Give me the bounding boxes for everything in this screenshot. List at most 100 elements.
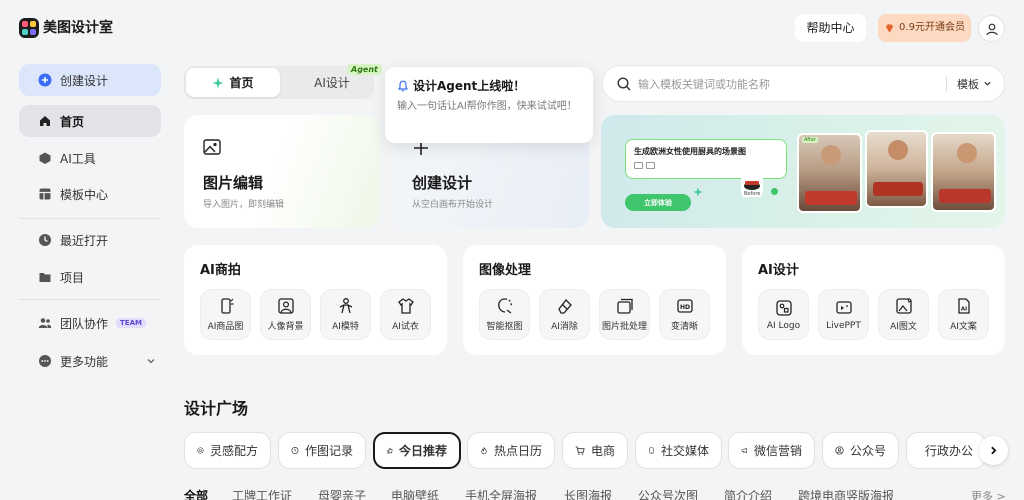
create-design-title: 创建设计 [412, 174, 473, 192]
search-bar[interactable]: 输入模板关键词或功能名称 模板 [602, 65, 1005, 102]
more-icon [39, 355, 51, 367]
try-now-label: 立即体验 [644, 198, 672, 207]
tool-label: AI图文 [890, 322, 917, 332]
team-icon [38, 318, 52, 328]
account-icon [835, 446, 844, 455]
chip-wechat-marketing[interactable]: 微信营销 [728, 432, 815, 469]
user-avatar-button[interactable] [978, 15, 1005, 42]
tool-label: AI模特 [332, 322, 359, 332]
design-square-title: 设计广场 [184, 399, 249, 418]
app-name[interactable]: 美图设计室 [43, 18, 113, 38]
chevron-down-icon [147, 359, 155, 364]
tool-ai-copywriting[interactable]: AI AI文案 [938, 289, 989, 340]
try-now-button[interactable]: 立即体验 [625, 194, 691, 211]
svg-text:AI: AI [960, 307, 966, 313]
chip-official-account[interactable]: 公众号 [822, 432, 899, 469]
generated-photo-3 [931, 132, 996, 212]
tool-ai-logo[interactable]: AI Logo [758, 289, 809, 340]
category-intro[interactable]: 简介介绍 [724, 487, 772, 500]
chip-label: 行政办公 [925, 444, 974, 458]
search-icon [617, 76, 631, 90]
sidebar-item-home[interactable]: 首页 [19, 105, 161, 137]
chip-recommended[interactable]: 今日推荐 [373, 432, 461, 469]
chip-label: 公众号 [849, 444, 886, 458]
help-center-button[interactable]: 帮助中心 [795, 14, 866, 42]
bell-icon [397, 80, 409, 91]
tool-ai-eraser[interactable]: AI消除 [539, 289, 590, 340]
sidebar-item-projects[interactable]: 项目 [19, 261, 161, 293]
sparkle-icon [693, 187, 703, 197]
tool-label: AI商品图 [207, 322, 244, 332]
group-title: 图像处理 [479, 263, 532, 278]
tool-enhance[interactable]: HD 变清晰 [659, 289, 710, 340]
search-input[interactable]: 输入模板关键词或功能名称 [638, 76, 946, 92]
sidebar-item-recent[interactable]: 最近打开 [19, 224, 161, 256]
product-image-icon [220, 298, 233, 314]
app-logo-icon[interactable] [19, 18, 39, 38]
tool-label: 人像背景 [267, 322, 304, 332]
category-all[interactable]: 全部 [184, 487, 208, 500]
chip-inspiration[interactable]: 灵感配方 [184, 432, 271, 469]
image-text-icon [895, 298, 912, 314]
sidebar-divider [19, 299, 161, 300]
after-tag: After [802, 137, 819, 143]
tab-home[interactable]: 首页 [186, 68, 280, 97]
category-wallpaper[interactable]: 电脑壁纸 [391, 487, 439, 500]
category-mother-baby[interactable]: 母婴亲子 [318, 487, 366, 500]
svg-text:HD: HD [679, 304, 689, 311]
tool-label: AI试衣 [392, 322, 419, 332]
folder-icon [39, 273, 51, 282]
chip-ecommerce[interactable]: 电商 [562, 432, 628, 469]
category-phone-poster[interactable]: 手机全屏海报 [465, 487, 537, 500]
chip-label: 微信营销 [753, 444, 802, 458]
category-cross-border-poster[interactable]: 跨境电商竖版海报 [798, 487, 894, 500]
create-design-label: 创建设计 [60, 73, 109, 88]
tool-label: AI Logo [766, 320, 801, 331]
agent-announcement-popover[interactable]: 设计Agent上线啦！ 输入一句话让AI帮你作图，快来试试吧！ [385, 67, 593, 143]
chip-label: 电商 [590, 444, 615, 458]
portrait-background-icon [277, 298, 294, 314]
tool-ai-product-image[interactable]: AI商品图 [200, 289, 251, 340]
search-type-dropdown[interactable]: 模板 [957, 76, 992, 92]
cube-icon [39, 152, 51, 164]
chip-admin-office[interactable]: 行政办公 [906, 432, 986, 469]
ai-product-shoot-group: AI商拍 AI商品图 人像背景 AI模特 AI试衣 [184, 245, 447, 355]
tool-ai-image-text[interactable]: AI图文 [878, 289, 929, 340]
sidebar-item-ai-tools[interactable]: AI工具 [19, 142, 161, 174]
tool-liveppt[interactable]: LivePPT [818, 289, 869, 340]
sidebar-item-label: 最近打开 [60, 233, 109, 248]
target-icon [197, 447, 204, 454]
megaphone-icon [741, 447, 747, 454]
chips-next-button[interactable] [979, 436, 1008, 465]
chip-hot-calendar[interactable]: 热点日历 [467, 432, 555, 469]
banner-prompt-text: 生成欧洲女性使用厨具的场景图 [634, 147, 746, 156]
ai-promo-banner[interactable]: 生成欧洲女性使用厨具的场景图 Before 立即体验 After [601, 115, 1005, 228]
tool-portrait-background[interactable]: 人像背景 [260, 289, 311, 340]
tool-ai-model[interactable]: AI模特 [320, 289, 371, 340]
chip-history[interactable]: 作图记录 [278, 432, 366, 469]
clothes-icon [397, 298, 414, 314]
chip-social-media[interactable]: 社交媒体 [635, 432, 722, 469]
team-badge: TEAM [116, 318, 146, 328]
sidebar-item-templates[interactable]: 模板中心 [19, 178, 161, 210]
category-account-secondary[interactable]: 公众号次图 [638, 487, 698, 500]
tool-batch-processing[interactable]: 图片批处理 [599, 289, 650, 340]
sidebar-item-more[interactable]: 更多功能 [19, 345, 161, 377]
category-badge[interactable]: 工牌工作证 [232, 487, 292, 500]
tool-label: LivePPT [826, 320, 861, 331]
create-design-subtitle: 从空白画布开始设计 [412, 200, 494, 210]
category-long-poster[interactable]: 长图海报 [564, 487, 612, 500]
create-design-button[interactable]: 创建设计 [19, 64, 161, 96]
tool-ai-try-on[interactable]: AI试衣 [380, 289, 431, 340]
phone-icon [649, 447, 654, 454]
group-title: AI设计 [758, 263, 799, 278]
sidebar-item-team[interactable]: 团队协作 TEAM [19, 307, 161, 339]
popover-title: 设计Agent上线啦！ [413, 79, 526, 93]
home-icon [40, 116, 50, 126]
sidebar-item-label: 首页 [60, 114, 85, 129]
image-edit-card[interactable]: 图片编辑 导入图片，即刻编辑 [184, 115, 379, 228]
tool-smart-cutout[interactable]: 智能抠图 [479, 289, 530, 340]
more-categories-link[interactable]: 更多 > [971, 488, 1006, 500]
sparkle-icon [212, 77, 224, 88]
vip-button[interactable]: 0.9元开通会员 [878, 14, 971, 42]
